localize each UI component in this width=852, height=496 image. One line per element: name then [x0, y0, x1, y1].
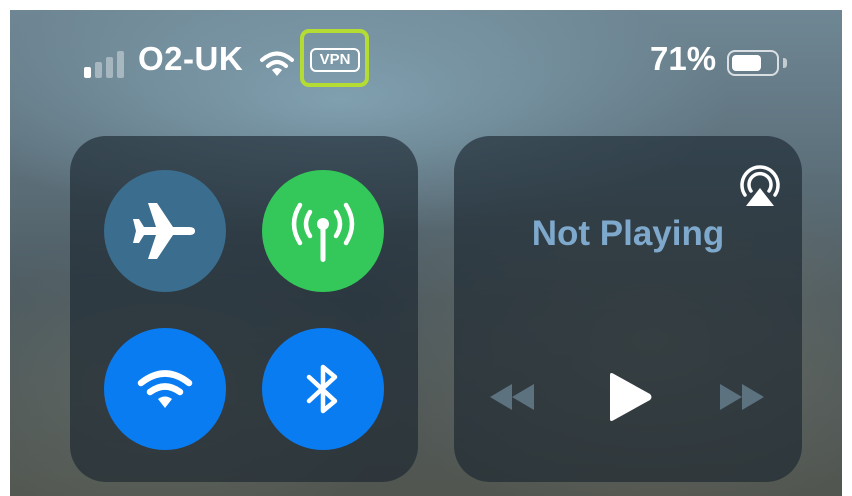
- airplane-mode-toggle[interactable]: [104, 170, 226, 292]
- battery-cap: [783, 58, 787, 68]
- rewind-icon: [490, 384, 534, 410]
- connectivity-module: [70, 136, 418, 482]
- cellular-data-toggle[interactable]: [262, 170, 384, 292]
- cellular-signal-icon: [84, 50, 132, 78]
- battery-icon: [727, 50, 779, 76]
- battery-level-fill: [732, 55, 761, 71]
- bluetooth-icon: [306, 364, 338, 414]
- control-center: O2-UK VPN 71% Not Playing: [10, 10, 842, 496]
- wifi-icon: [260, 51, 294, 76]
- airplane-icon: [133, 203, 195, 259]
- playback-status: Not Playing: [531, 214, 725, 253]
- status-bar: O2-UK VPN 71%: [10, 10, 842, 110]
- airplay-audio-icon[interactable]: [736, 162, 784, 210]
- carrier-name: O2-UK: [138, 40, 244, 77]
- play-button[interactable]: [606, 372, 654, 422]
- battery-percentage: 71%: [650, 40, 717, 77]
- vpn-badge: VPN: [310, 48, 360, 72]
- rewind-button[interactable]: [486, 380, 538, 414]
- bluetooth-toggle[interactable]: [262, 328, 384, 450]
- antenna-icon: [291, 202, 355, 262]
- wifi-toggle[interactable]: [104, 328, 226, 450]
- wifi-icon: [137, 370, 193, 408]
- fast-forward-button[interactable]: [716, 380, 768, 414]
- now-playing-module: Not Playing: [454, 136, 802, 482]
- play-icon: [610, 373, 652, 421]
- fast-forward-icon: [720, 384, 764, 410]
